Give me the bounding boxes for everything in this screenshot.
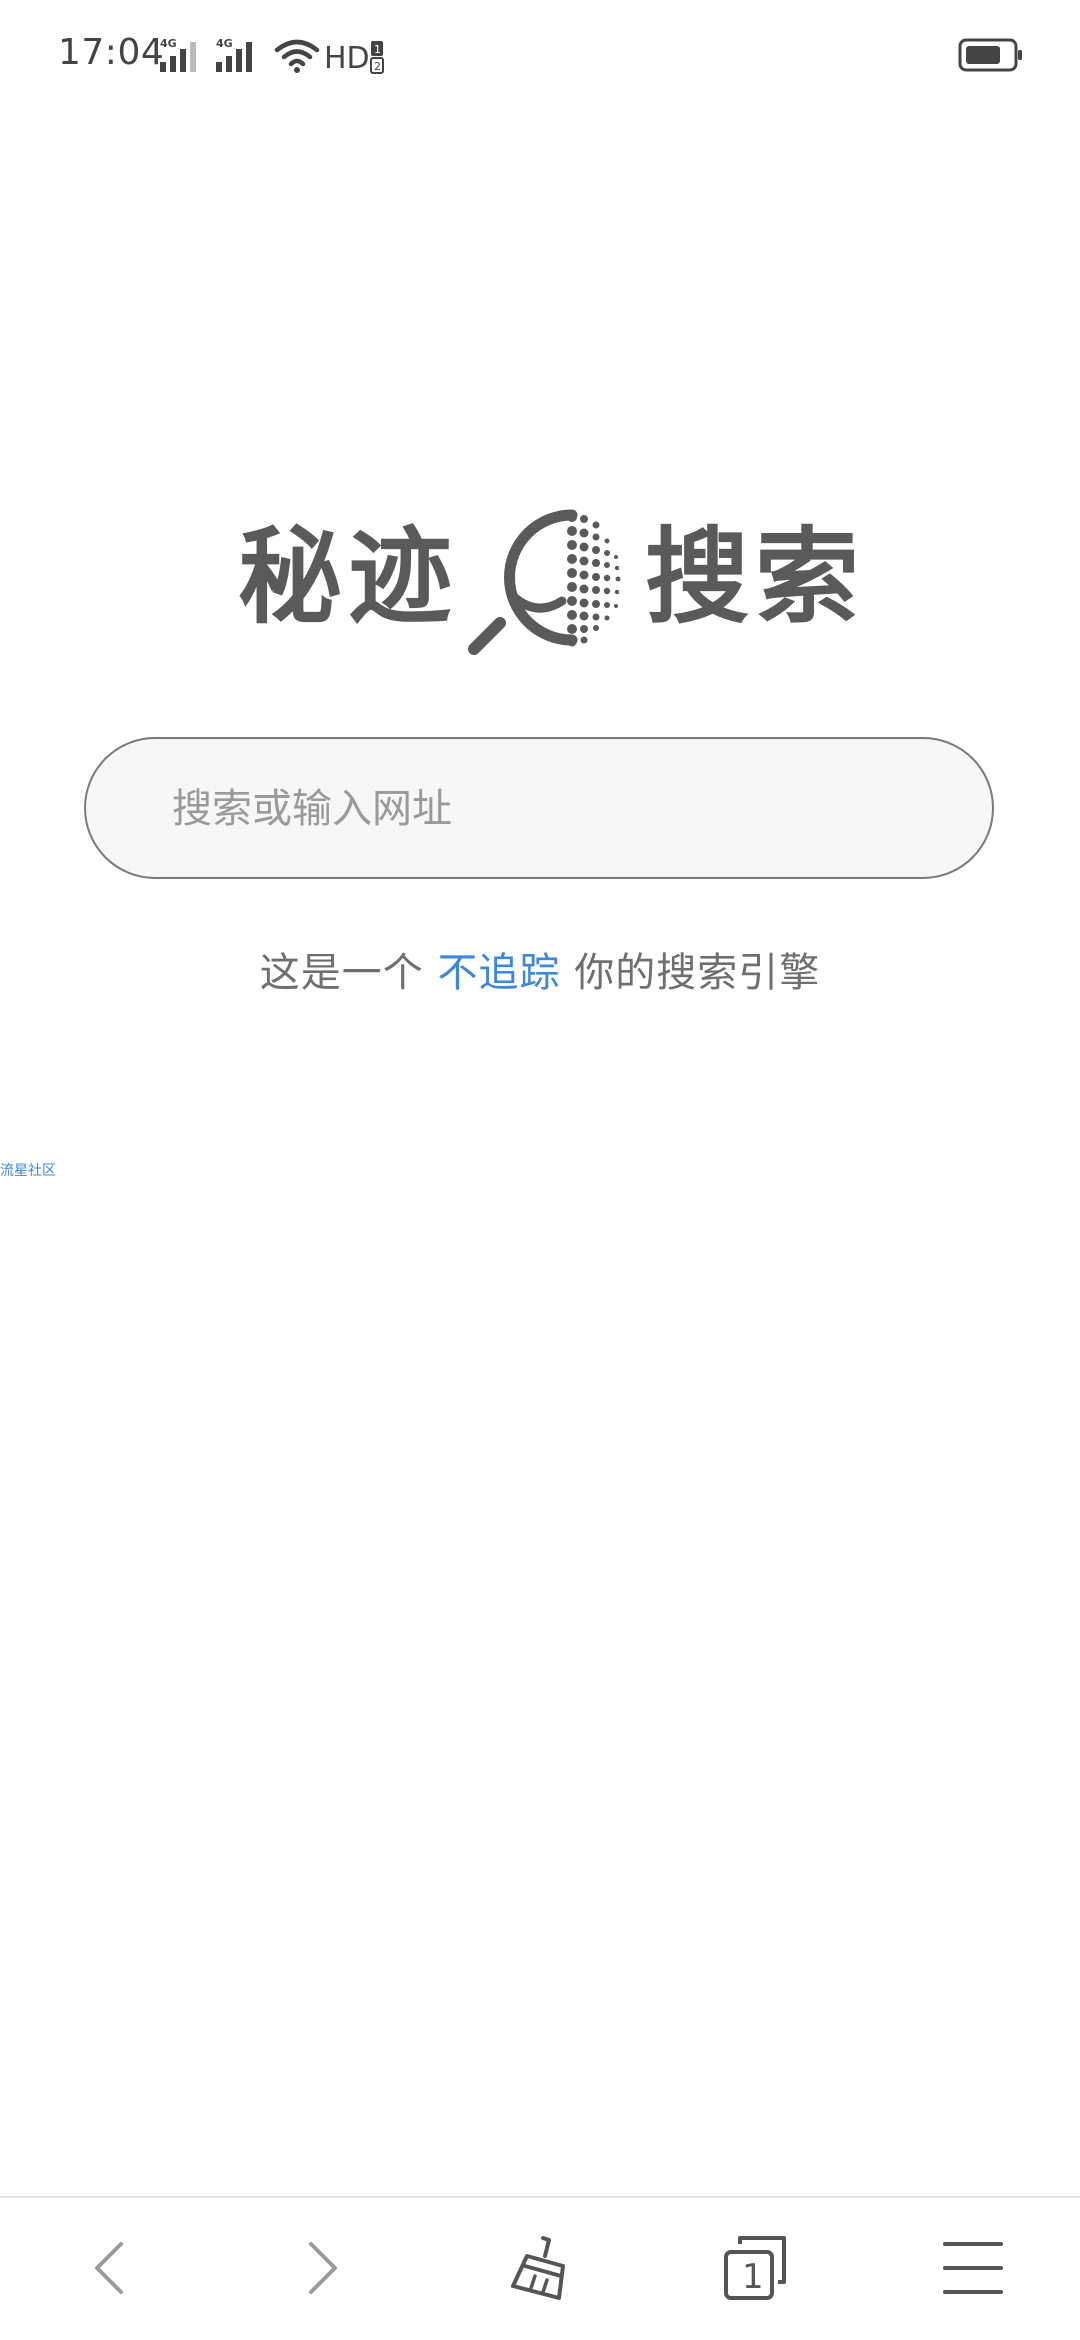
chevron-left-icon [95, 2242, 123, 2294]
status-bar: 17:04 4G 4G HD 1 2 [0, 0, 1080, 110]
hd-label: HD [324, 41, 370, 76]
wifi-icon [274, 39, 320, 73]
search-input[interactable] [170, 739, 954, 879]
tagline-suffix: 你的搜索引擎 [574, 950, 821, 996]
signal-icon-2: 4G [216, 37, 252, 72]
back-button[interactable] [54, 2218, 164, 2318]
tagline-prefix: 这是一个 [259, 950, 424, 996]
tagline-highlight: 不追踪 [437, 950, 561, 996]
status-icons: 4G 4G HD 1 2 [160, 34, 384, 74]
community-link[interactable]: 流星社区 [0, 1160, 56, 1180]
hd-sub-1: 1 [374, 43, 381, 56]
battery-icon [958, 38, 1022, 72]
bottom-toolbar: 1 [0, 2196, 1080, 2340]
clean-button[interactable] [486, 2218, 596, 2318]
menu-icon [943, 2242, 1003, 2294]
tagline: 这是一个 不追踪 你的搜索引擎 [0, 940, 1080, 998]
signal-network-label-2: 4G [216, 37, 233, 50]
logo: 秘迹 搜索 [0, 505, 1080, 665]
tab-count: 1 [742, 2257, 764, 2297]
hd-sim-icon: 1 2 [369, 41, 384, 74]
chevron-right-icon [309, 2242, 337, 2294]
status-time: 17:04 [58, 32, 165, 73]
search-box[interactable] [84, 737, 994, 879]
menu-button[interactable] [918, 2218, 1028, 2318]
logo-text-right: 搜索 [645, 516, 866, 638]
forward-button[interactable] [268, 2218, 378, 2318]
logo-text-left: 秘迹 [238, 516, 459, 638]
signal-icon: 4G [160, 37, 196, 72]
tabs-button[interactable]: 1 [701, 2218, 811, 2318]
browser-home-page: 17:04 4G 4G HD 1 2 秘迹 搜索 搜索或输入网址 这是一个 不追… [0, 0, 1080, 2340]
broom-icon [511, 2236, 565, 2300]
magnifier-logo-icon [468, 509, 621, 655]
hd-sub-2: 2 [374, 60, 381, 73]
signal-network-label: 4G [160, 37, 177, 50]
